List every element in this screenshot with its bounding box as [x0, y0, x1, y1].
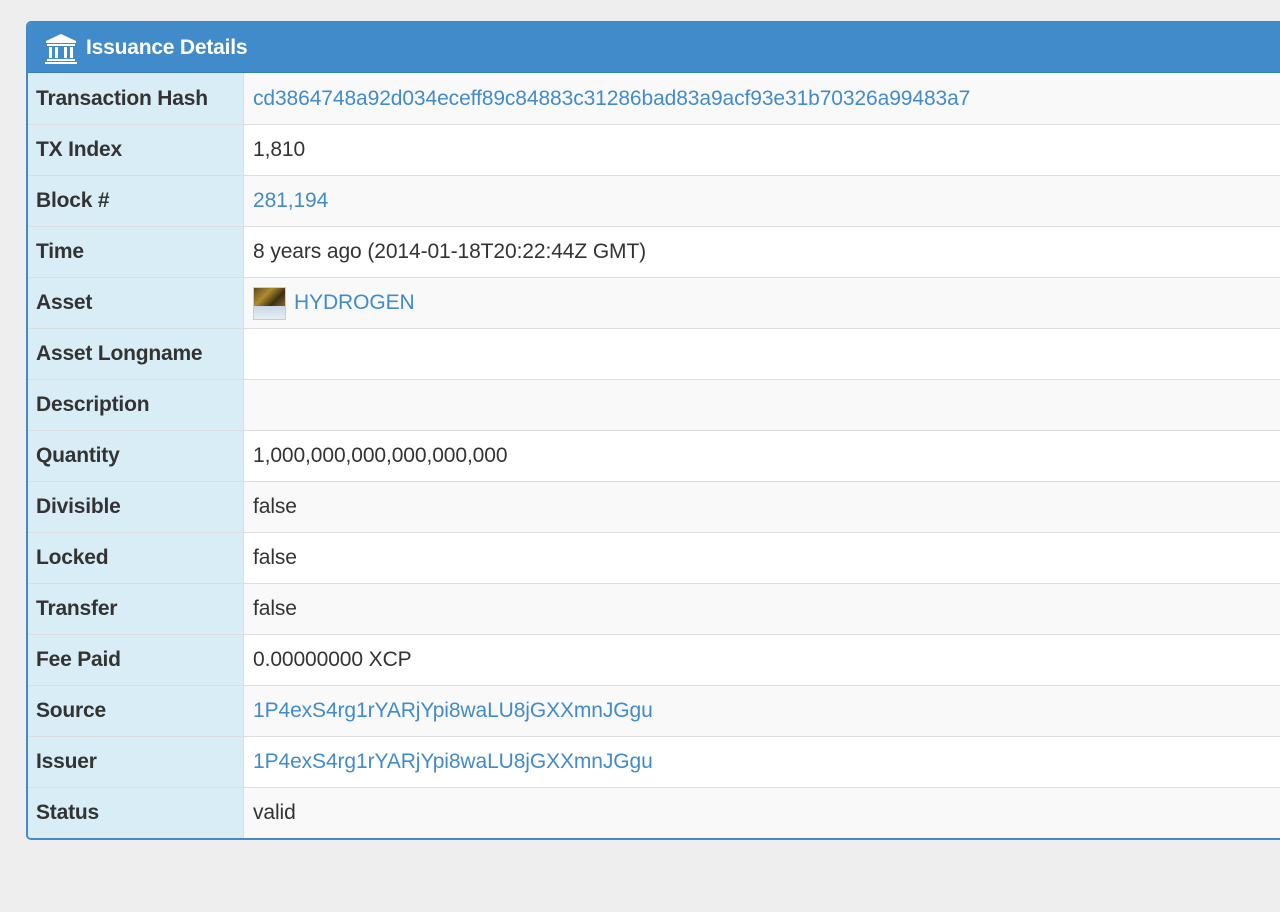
row-locked: Locked false — [28, 532, 1280, 583]
row-asset-longname: Asset Longname — [28, 328, 1280, 379]
row-block: Block # 281,194 — [28, 175, 1280, 226]
status-value: valid — [253, 801, 296, 824]
quantity-value: 1,000,000,000,000,000,000 — [253, 444, 508, 467]
row-label: Block # — [28, 176, 244, 226]
bank-icon — [44, 32, 78, 64]
transfer-value: false — [253, 597, 297, 620]
row-status: Status valid — [28, 787, 1280, 838]
row-source: Source 1P4exS4rg1rYARjYpi8waLU8jGXXmnJGg… — [28, 685, 1280, 736]
row-tx-index: TX Index 1,810 — [28, 124, 1280, 175]
panel-heading: Issuance Details — [28, 23, 1280, 73]
row-label: Quantity — [28, 431, 244, 481]
source-address-link[interactable]: 1P4exS4rg1rYARjYpi8waLU8jGXXmnJGgu — [253, 699, 653, 723]
asset-link[interactable]: HYDROGEN — [294, 291, 415, 315]
row-label: Source — [28, 686, 244, 736]
panel-title: Issuance Details — [86, 35, 248, 59]
row-issuer: Issuer 1P4exS4rg1rYARjYpi8waLU8jGXXmnJGg… — [28, 736, 1280, 787]
row-label: Transfer — [28, 584, 244, 634]
row-label: Locked — [28, 533, 244, 583]
block-link[interactable]: 281,194 — [253, 189, 328, 213]
row-label: Description — [28, 380, 244, 430]
time-value: 8 years ago (2014-01-18T20:22:44Z GMT) — [253, 240, 647, 263]
issuance-details-panel: Issuance Details Transaction Hash cd3864… — [26, 21, 1280, 840]
row-description: Description — [28, 379, 1280, 430]
details-table: Transaction Hash cd3864748a92d034eceff89… — [28, 73, 1280, 838]
row-transfer: Transfer false — [28, 583, 1280, 634]
divisible-value: false — [253, 495, 297, 518]
issuer-address-link[interactable]: 1P4exS4rg1rYARjYpi8waLU8jGXXmnJGgu — [253, 750, 653, 774]
fee-paid-value: 0.00000000 XCP — [253, 648, 412, 671]
row-label: Issuer — [28, 737, 244, 787]
row-asset: Asset HYDROGEN — [28, 277, 1280, 328]
row-label: Time — [28, 227, 244, 277]
row-label: Status — [28, 788, 244, 838]
asset-thumbnail-icon[interactable] — [253, 286, 286, 320]
row-label: Transaction Hash — [28, 73, 244, 124]
transaction-hash-link[interactable]: cd3864748a92d034eceff89c84883c31286bad83… — [253, 87, 970, 111]
row-transaction-hash: Transaction Hash cd3864748a92d034eceff89… — [28, 73, 1280, 124]
row-label: Divisible — [28, 482, 244, 532]
row-time: Time 8 years ago (2014-01-18T20:22:44Z G… — [28, 226, 1280, 277]
row-fee-paid: Fee Paid 0.00000000 XCP — [28, 634, 1280, 685]
row-label: Asset — [28, 278, 244, 328]
locked-value: false — [253, 546, 297, 569]
row-label: Asset Longname — [28, 329, 244, 379]
tx-index-value: 1,810 — [253, 138, 306, 161]
row-label: TX Index — [28, 125, 244, 175]
row-label: Fee Paid — [28, 635, 244, 685]
row-quantity: Quantity 1,000,000,000,000,000,000 — [28, 430, 1280, 481]
row-divisible: Divisible false — [28, 481, 1280, 532]
